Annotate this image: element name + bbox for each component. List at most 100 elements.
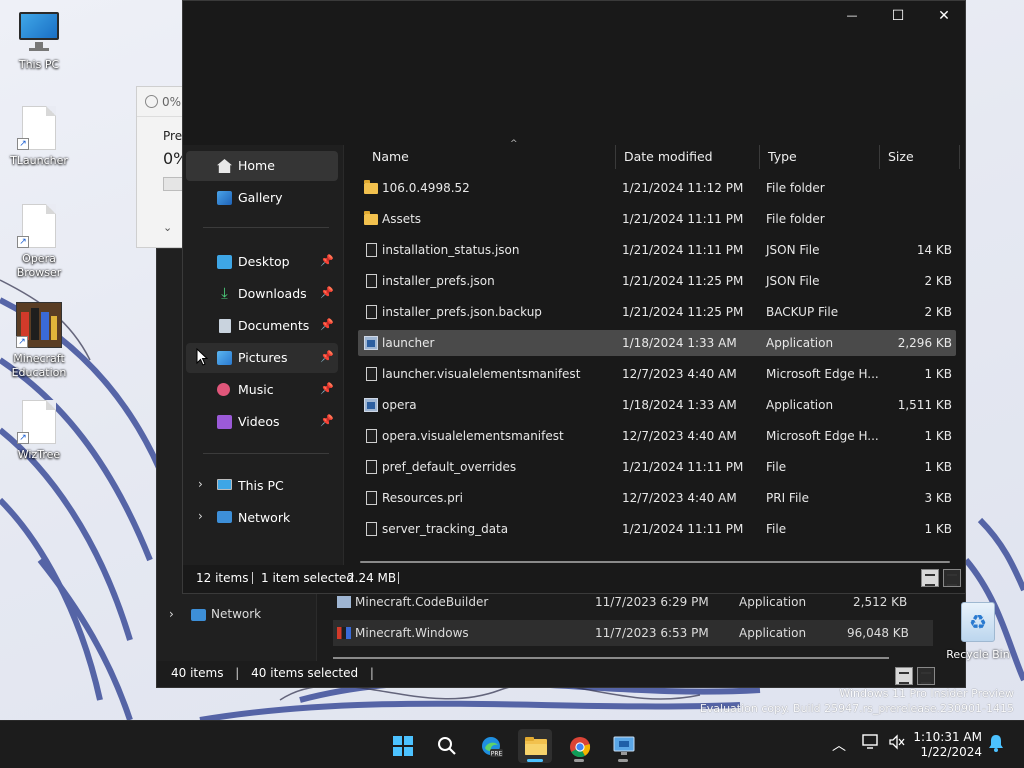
nav-item-desktop[interactable]: Desktop 📌 — [186, 247, 338, 277]
clock-date: 1/22/2024 — [920, 745, 982, 759]
tiles-view-button[interactable] — [943, 569, 961, 587]
file-size: 3 KB — [924, 491, 952, 505]
nav-item-videos[interactable]: Videos 📌 — [186, 407, 338, 437]
status-selection-size: 2.24 MB — [347, 571, 397, 585]
close-button[interactable]: ✕ — [921, 1, 967, 31]
desktop-icon-recycle-bin[interactable]: ♻ Recycle Bin — [940, 598, 1016, 661]
file-list[interactable]: Name ^ Date modified Type Size 106.0.499… — [343, 139, 965, 565]
bg-nav-item-network[interactable]: › Network — [167, 605, 307, 627]
file-date-modified: 1/21/2024 11:11 PM — [622, 212, 744, 226]
pin-icon[interactable]: 📌 — [320, 382, 334, 395]
nav-item-gallery[interactable]: Gallery — [186, 183, 338, 213]
chevron-right-icon[interactable]: › — [198, 509, 203, 523]
desktop-icon-minecraft-education[interactable]: ↗ Minecraft Education — [1, 302, 77, 380]
pin-icon[interactable]: 📌 — [320, 350, 334, 363]
remote-desktop-icon — [613, 736, 635, 756]
sort-ascending-icon: ^ — [510, 139, 518, 149]
shortcut-arrow-icon: ↗ — [17, 138, 29, 150]
chrome-button[interactable] — [562, 729, 596, 763]
network-icon — [191, 609, 206, 621]
file-row[interactable]: Resources.pri 12/7/2023 4:40 AM PRI File 3 … — [358, 485, 956, 511]
desktop-icon-wiztree[interactable]: ↗ WizTree — [1, 400, 77, 462]
details-view-button[interactable] — [921, 569, 939, 587]
file-type: File — [766, 522, 787, 536]
nav-item-network[interactable]: › Network — [186, 503, 338, 533]
bg-file-row[interactable]: Minecraft.Windows 11/7/2023 6:53 PM Appl… — [333, 620, 933, 646]
nav-item-pictures[interactable]: Pictures 📌 — [186, 343, 338, 373]
file-row[interactable]: opera.visualelementsmanifest 12/7/2023 4:… — [358, 423, 956, 449]
column-header-size[interactable]: Size — [880, 145, 960, 169]
file-date-modified: 1/21/2024 11:11 PM — [622, 522, 744, 536]
file-row[interactable]: installer_prefs.json.backup 1/21/2024 11:… — [358, 299, 956, 325]
running-indicator — [574, 759, 584, 762]
system-clock[interactable]: 1:10:31 AM 1/22/2024 — [913, 730, 982, 760]
desktop-icon-opera-browser[interactable]: ↗ Opera Browser — [1, 204, 77, 280]
file-row[interactable]: 106.0.4998.52 1/21/2024 11:12 PM File fold… — [358, 175, 956, 201]
file-icon — [366, 305, 377, 319]
chevron-right-icon[interactable]: › — [198, 477, 203, 491]
bg-details-view-button[interactable] — [895, 667, 913, 685]
file-date-modified: 1/18/2024 1:33 AM — [622, 336, 737, 350]
file-type: PRI File — [766, 491, 810, 505]
notification-bell-icon[interactable] — [988, 734, 1004, 756]
file-explorer-window[interactable]: — ☐ ✕ Home Gallery Desktop 📌 ⤓ Downloads… — [182, 0, 966, 594]
file-date-modified: 1/21/2024 11:25 PM — [622, 274, 744, 288]
desktop-icon-tlauncher[interactable]: ↗ TLauncher — [1, 106, 77, 168]
file-explorer-button[interactable] — [518, 729, 552, 763]
desktop-icon-this-pc[interactable]: This PC — [1, 10, 77, 72]
file-row[interactable]: installer_prefs.json 1/21/2024 11:25 PM JS… — [358, 268, 956, 294]
title-bar[interactable]: — ☐ ✕ — [183, 1, 965, 33]
file-icon — [366, 522, 377, 536]
file-row[interactable]: launcher.visualelementsmanifest 12/7/2023… — [358, 361, 956, 387]
edge-preview-button[interactable]: PRE — [474, 729, 508, 763]
nav-item-music[interactable]: Music 📌 — [186, 375, 338, 405]
file-name: launcher — [382, 336, 435, 350]
nav-item-downloads[interactable]: ⤓ Downloads 📌 — [186, 279, 338, 309]
minecraft-icon — [337, 627, 351, 639]
maximize-button[interactable]: ☐ — [875, 1, 921, 31]
clock-icon — [145, 95, 158, 108]
nav-item-home[interactable]: Home — [186, 151, 338, 181]
start-button[interactable] — [386, 729, 420, 763]
column-header-date[interactable]: Date modified — [616, 145, 760, 169]
edge-preview-icon: PRE — [481, 736, 503, 758]
file-type: Microsoft Edge H... — [766, 367, 879, 381]
file-date-modified: 12/7/2023 4:40 AM — [622, 491, 737, 505]
bg-tiles-view-button[interactable] — [917, 667, 935, 685]
pin-icon[interactable]: 📌 — [320, 318, 334, 331]
file-row[interactable]: installation_status.json 1/21/2024 11:11 … — [358, 237, 956, 263]
chevron-down-icon[interactable]: ⌄ — [163, 221, 172, 234]
file-name: pref_default_overrides — [382, 460, 517, 474]
volume-muted-icon[interactable] — [888, 734, 906, 754]
clock-time: 1:10:31 AM — [913, 730, 982, 744]
column-header-name[interactable]: Name ^ — [364, 139, 616, 169]
file-row[interactable]: Assets 1/21/2024 11:11 PM File folder — [358, 206, 956, 232]
pin-icon[interactable]: 📌 — [320, 254, 334, 267]
file-date-modified: 12/7/2023 4:40 AM — [622, 367, 737, 381]
nav-item-this-pc[interactable]: › This PC — [186, 471, 338, 501]
minimize-button[interactable]: — — [829, 1, 875, 31]
column-header-type[interactable]: Type — [760, 145, 880, 169]
active-indicator — [527, 759, 543, 762]
file-size: 1,511 KB — [897, 398, 952, 412]
file-row[interactable]: server_tracking_data 1/21/2024 11:11 PM Fi… — [358, 516, 956, 542]
pin-icon[interactable]: 📌 — [320, 286, 334, 299]
file-name: launcher.visualelementsmanifest — [382, 367, 581, 381]
file-row[interactable]: pref_default_overrides 1/21/2024 11:11 PM… — [358, 454, 956, 480]
file-type: Application — [766, 336, 834, 350]
file-date-modified: 1/18/2024 1:33 AM — [622, 398, 737, 412]
network-status-icon[interactable] — [862, 734, 880, 754]
desktop-icon-label: WizTree — [17, 448, 61, 461]
chevron-up-icon[interactable]: ︿ — [832, 735, 846, 755]
file-date-modified: 1/21/2024 11:12 PM — [622, 181, 744, 195]
file-size: 2 KB — [924, 305, 952, 319]
pin-icon[interactable]: 📌 — [320, 414, 334, 427]
file-name: opera — [382, 398, 417, 412]
search-button[interactable] — [430, 729, 464, 763]
remote-desktop-button[interactable] — [606, 729, 640, 763]
file-type: Microsoft Edge H... — [766, 429, 879, 443]
file-name: opera.visualelementsmanifest — [382, 429, 564, 443]
file-row[interactable]: launcher 1/18/2024 1:33 AM Application 2,29… — [358, 330, 956, 356]
file-row[interactable]: opera 1/18/2024 1:33 AM Application 1,511 K… — [358, 392, 956, 418]
nav-item-documents[interactable]: Documents 📌 — [186, 311, 338, 341]
